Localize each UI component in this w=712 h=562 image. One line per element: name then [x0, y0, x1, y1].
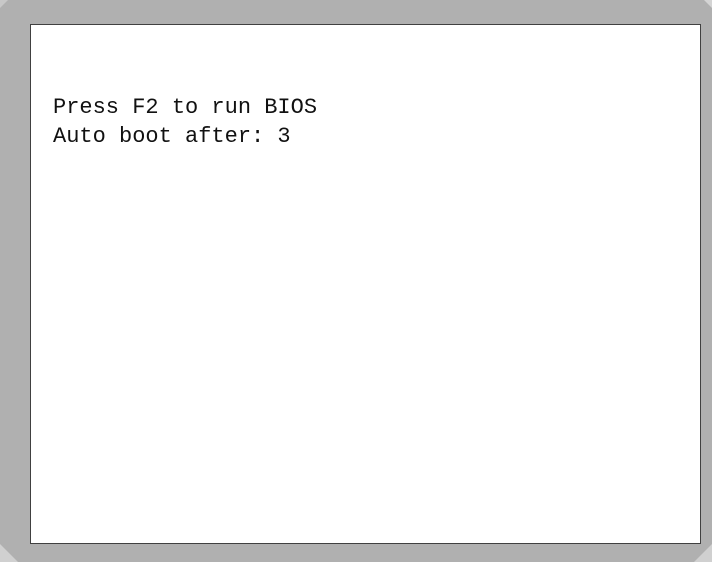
- boot-console-text: Press F2 to run BIOS Auto boot after: 3: [53, 93, 317, 151]
- bezel-corner-bottom-right: [694, 544, 712, 562]
- monitor-bezel: Press F2 to run BIOS Auto boot after: 3: [0, 0, 712, 562]
- bezel-corner-top-left: [0, 0, 8, 8]
- auto-boot-countdown-line: Auto boot after: 3: [53, 124, 291, 149]
- bezel-corner-bottom-left: [0, 544, 18, 562]
- boot-screen: Press F2 to run BIOS Auto boot after: 3: [30, 24, 701, 544]
- bios-prompt-line: Press F2 to run BIOS: [53, 95, 318, 120]
- bezel-corner-top-right: [704, 0, 712, 8]
